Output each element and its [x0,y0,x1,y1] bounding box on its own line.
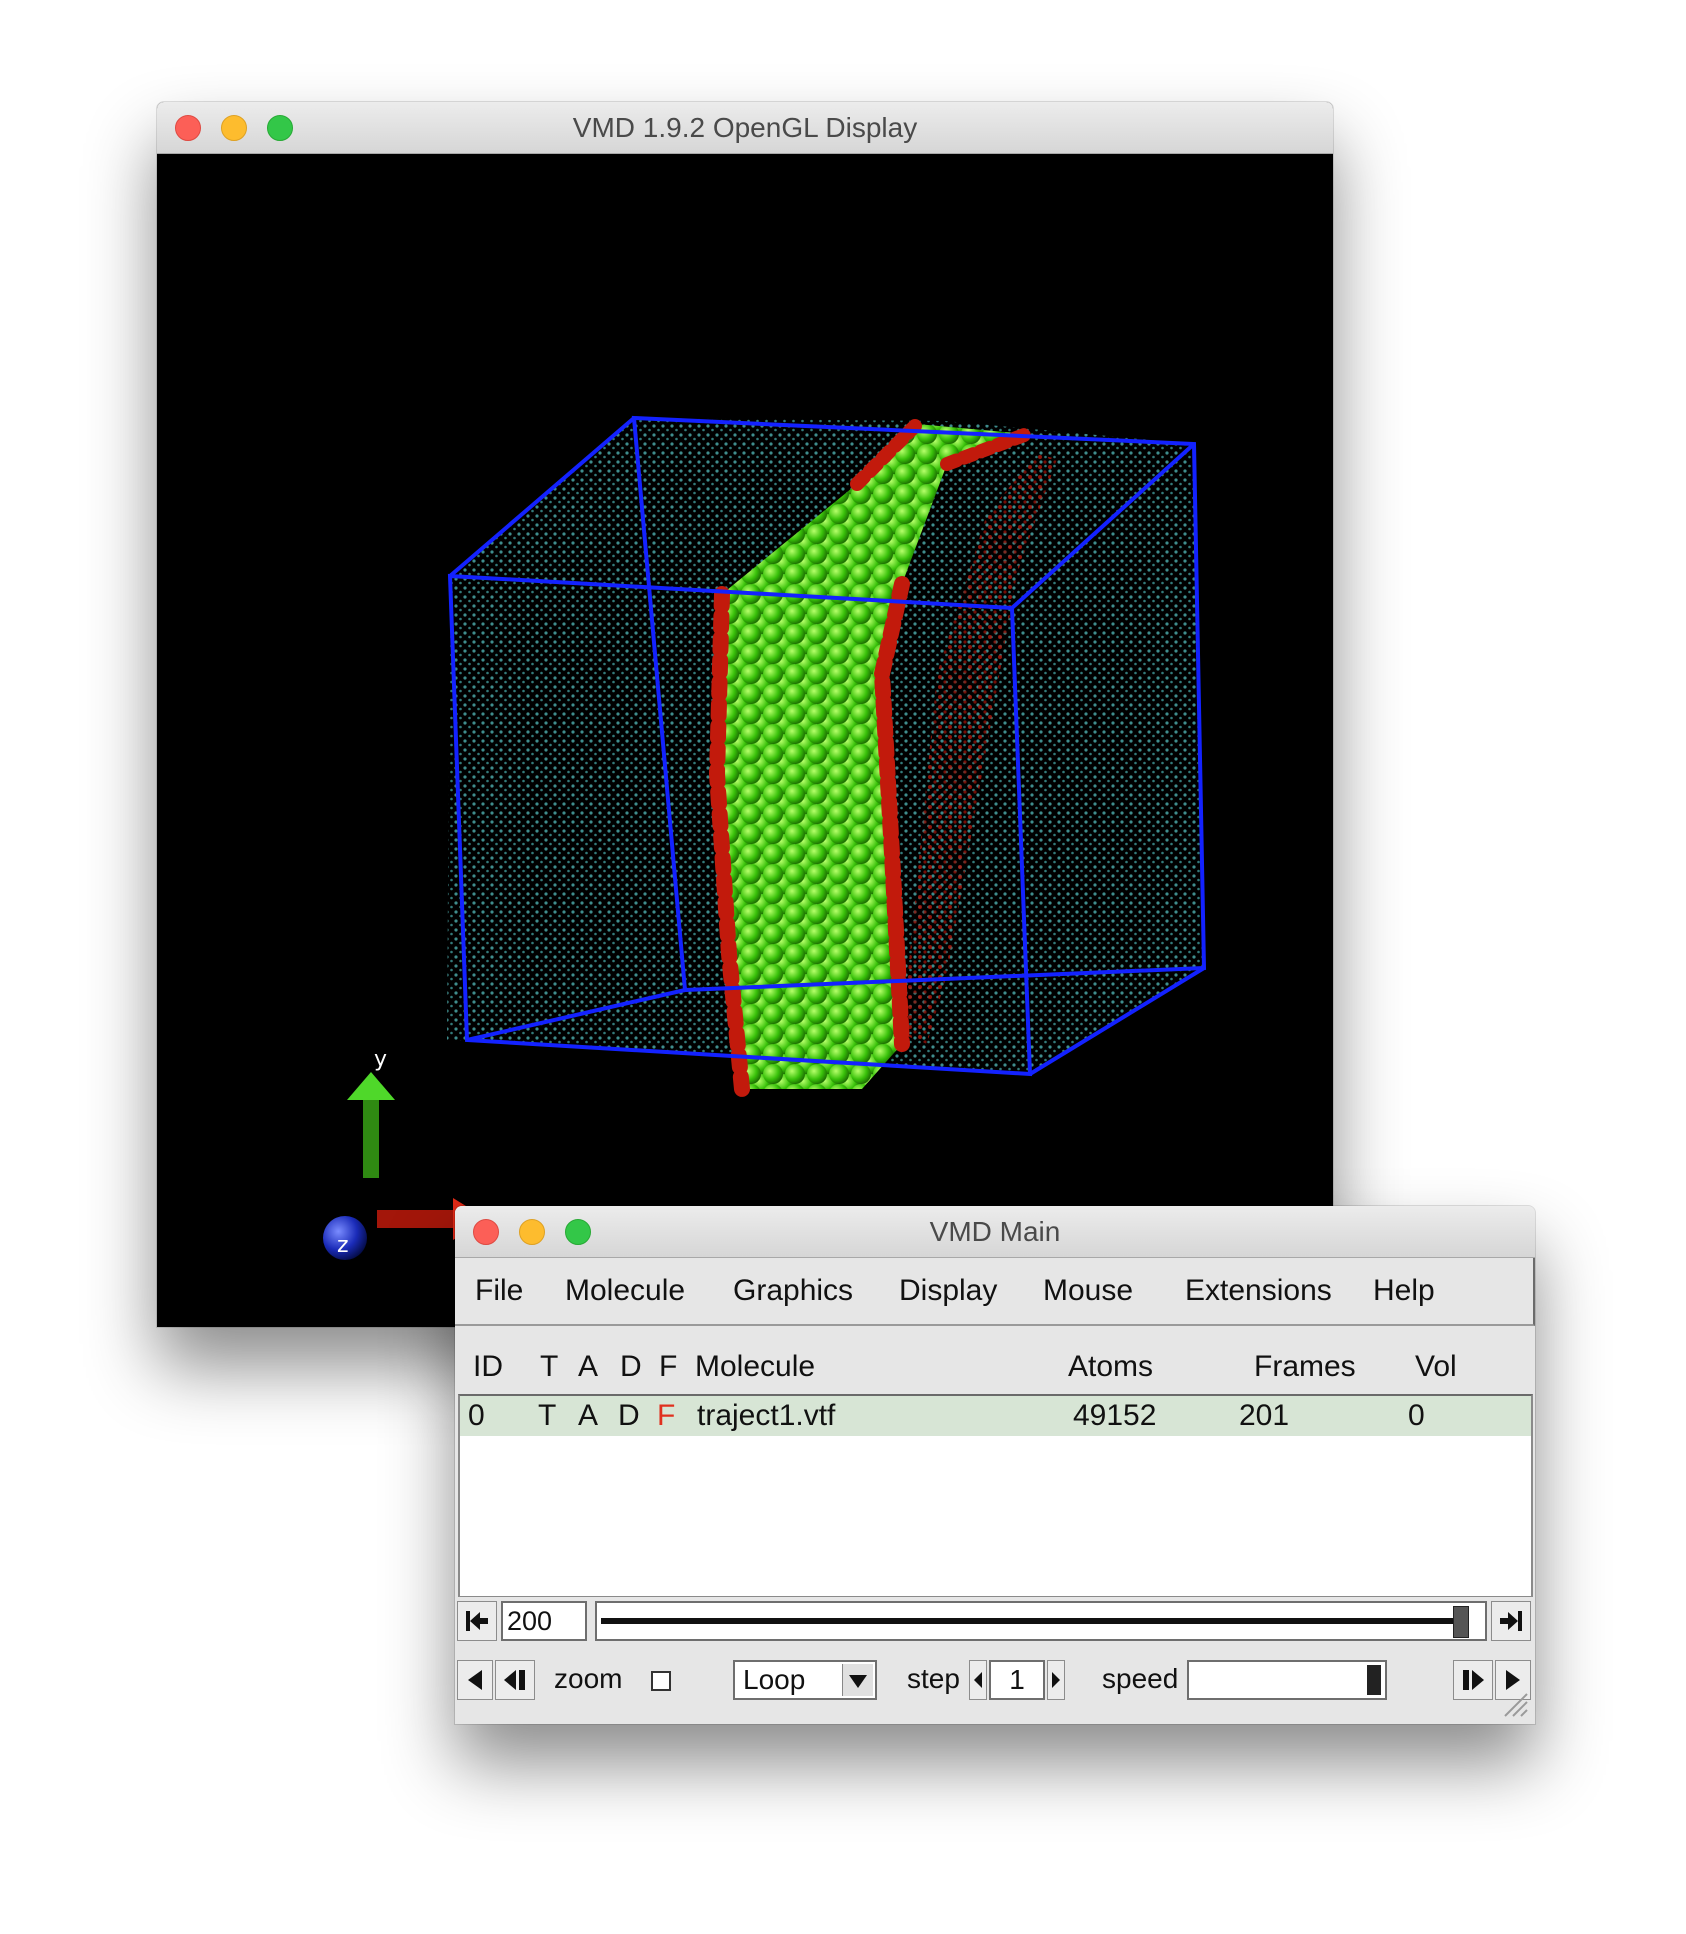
zoom-checkbox[interactable] [651,1671,671,1691]
col-atoms: Atoms [1068,1350,1154,1383]
speed-slider[interactable] [1187,1660,1387,1700]
mol-atoms: 49152 [1073,1399,1157,1432]
col-fixed: F [659,1350,678,1383]
frame-number-input[interactable]: 200 [501,1601,587,1641]
jump-to-end-button[interactable] [1491,1601,1531,1641]
play-reverse-button[interactable] [457,1660,493,1700]
step-label: step [907,1663,960,1694]
window-title: VMD 1.9.2 OpenGL Display [572,112,918,143]
mol-active-flag[interactable]: A [578,1399,598,1433]
col-molecule: Molecule [695,1350,816,1383]
col-id: ID [473,1350,503,1383]
resize-grip-icon[interactable] [1501,1690,1529,1718]
frame-slider[interactable] [595,1601,1487,1641]
chevron-down-icon [849,1675,867,1688]
speed-slider-thumb[interactable] [1367,1665,1381,1695]
loop-style-value: Loop [743,1664,806,1695]
skip-start-icon [466,1611,488,1631]
mol-id: 0 [468,1399,485,1432]
menu-bar: File Molecule Graphics Display Mouse Ext… [455,1258,1535,1326]
step-forward-icon [1463,1670,1484,1690]
step-back-button[interactable] [495,1660,535,1700]
menu-display[interactable]: Display [899,1258,997,1324]
step-input[interactable]: 1 [989,1660,1045,1700]
col-vol: Vol [1415,1350,1457,1383]
frame-slider-track [601,1618,1455,1624]
animation-controls: 200 zoom Loop step 1 speed [455,1597,1535,1724]
mol-vol: 0 [1408,1399,1425,1432]
mol-drawn-flag[interactable]: D [618,1399,640,1433]
col-frames: Frames [1254,1350,1356,1383]
loop-style-select[interactable]: Loop [733,1660,877,1700]
menu-extensions[interactable]: Extensions [1185,1258,1332,1324]
window-title: VMD Main [929,1216,1061,1247]
col-top: T [540,1350,559,1383]
y-axis-label: y [374,1047,387,1072]
play-reverse-icon [468,1670,482,1690]
molecule-list-header: ID T A D F Molecule Atoms Frames Vol [455,1326,1535,1396]
skip-end-icon [1500,1611,1522,1631]
molecular-viewport[interactable]: y x z [157,154,1333,1327]
mol-frames: 201 [1239,1399,1290,1432]
zoom-label: zoom [554,1663,623,1694]
mol-top-flag[interactable]: T [538,1399,556,1433]
jump-to-start-button[interactable] [457,1601,497,1641]
menu-graphics[interactable]: Graphics [733,1258,853,1324]
vmd-main-window: VMD Main File Molecule Graphics Display … [455,1206,1535,1724]
frame-slider-thumb[interactable] [1453,1606,1469,1638]
menu-help[interactable]: Help [1373,1258,1435,1324]
arrow-left-icon [974,1672,982,1688]
arrow-right-icon [1052,1672,1060,1688]
col-drawn: D [620,1350,642,1383]
mol-fixed-flag[interactable]: F [657,1399,675,1433]
molecule-row[interactable]: 0 T A D F traject1.vtf 49152 201 0 [460,1396,1531,1436]
step-forward-button[interactable] [1453,1660,1493,1700]
step-decrement-button[interactable] [969,1660,987,1700]
speed-label: speed [1102,1663,1179,1694]
molecule-list[interactable]: 0 T A D F traject1.vtf 49152 201 0 [458,1394,1533,1598]
z-axis-label: z [337,1233,349,1258]
opengl-display-window: VMD 1.9.2 OpenGL Display y z [157,102,1333,1327]
step-back-icon [504,1670,525,1690]
menu-file[interactable]: File [475,1258,523,1324]
menu-mouse[interactable]: Mouse [1043,1258,1133,1324]
dropdown-arrow[interactable] [842,1664,873,1696]
col-active: A [578,1350,599,1383]
main-titlebar[interactable]: VMD Main [455,1206,1535,1258]
mol-name: traject1.vtf [697,1399,836,1432]
step-increment-button[interactable] [1047,1660,1065,1700]
menu-molecule[interactable]: Molecule [565,1258,685,1324]
opengl-titlebar[interactable]: VMD 1.9.2 OpenGL Display [157,102,1333,154]
